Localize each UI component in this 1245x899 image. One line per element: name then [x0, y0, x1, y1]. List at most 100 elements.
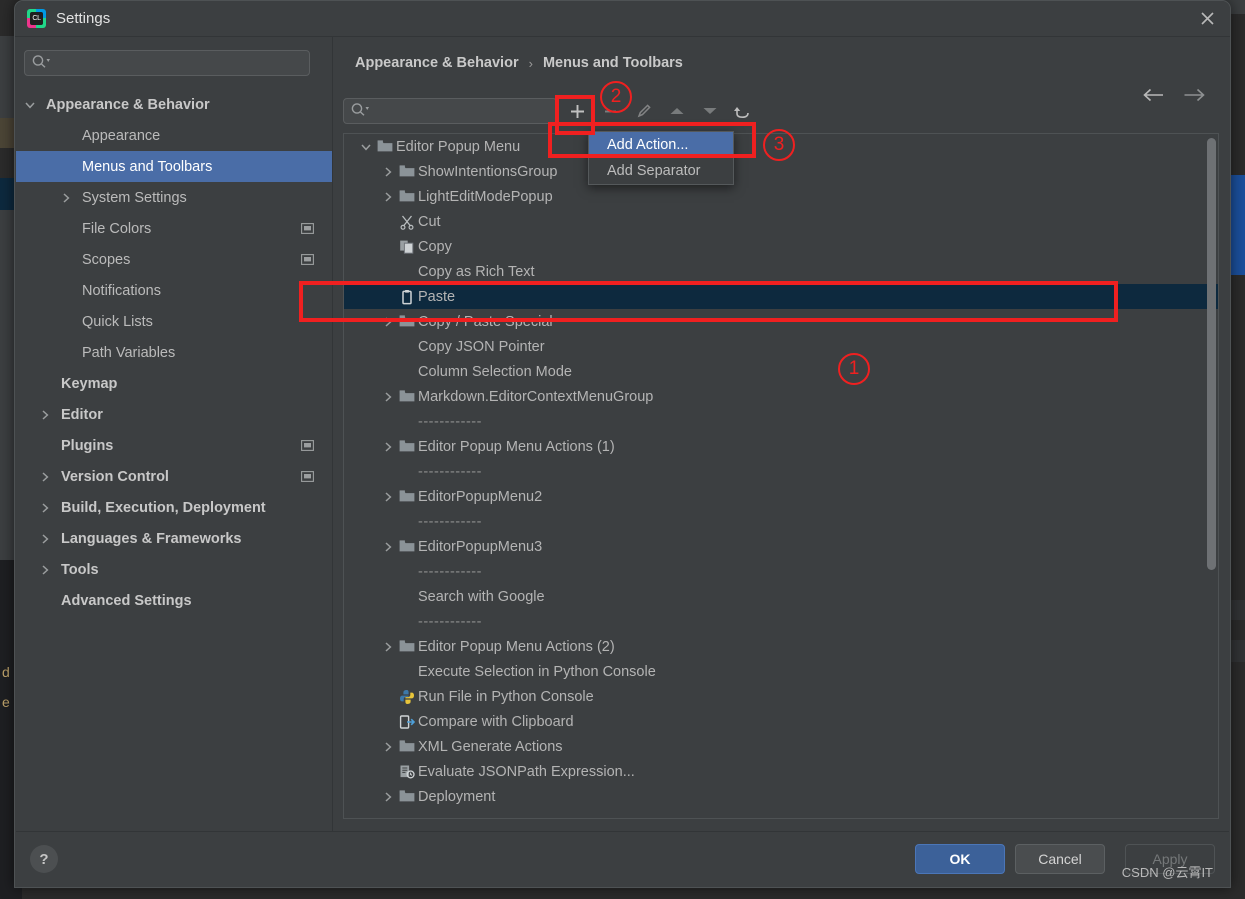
chevron-right-icon[interactable]: [39, 564, 51, 576]
tree-row[interactable]: Copy JSON Pointer: [344, 334, 1218, 359]
pencil-icon[interactable]: [627, 97, 660, 125]
arrow-left-icon[interactable]: [1137, 82, 1171, 108]
chevron-right-icon[interactable]: [382, 391, 394, 403]
sidebar-item-label: System Settings: [82, 189, 187, 206]
settings-dialog: CL Settings Appearance & Behavior Appeara…: [14, 0, 1231, 888]
tree-row[interactable]: Copy: [344, 234, 1218, 259]
tree-row[interactable]: EditorPopupMenu2: [344, 484, 1218, 509]
tree-row[interactable]: Deployment: [344, 784, 1218, 809]
sidebar-item-build-execution-deployment[interactable]: Build, Execution, Deployment: [16, 492, 332, 523]
tree-row[interactable]: Editor Popup Menu: [344, 134, 1218, 159]
tree-row[interactable]: Paste: [344, 284, 1218, 309]
tree-row[interactable]: Compare with Clipboard: [344, 709, 1218, 734]
sidebar-item-appearance-behavior[interactable]: Appearance & Behavior: [16, 89, 332, 120]
tree-row[interactable]: Editor Popup Menu Actions (2): [344, 634, 1218, 659]
tree-row[interactable]: LightEditModePopup: [344, 184, 1218, 209]
tree-row-label: Deployment: [418, 788, 496, 805]
tree-row[interactable]: Copy / Paste Special: [344, 309, 1218, 334]
tree-row[interactable]: EditorPopupMenu3: [344, 534, 1218, 559]
revert-arrow-icon[interactable]: [726, 97, 759, 125]
sidebar-item-editor[interactable]: Editor: [16, 399, 332, 430]
arrow-down-icon[interactable]: [693, 97, 726, 125]
menu-item-add-separator[interactable]: Add Separator: [589, 158, 733, 184]
tree-search-input[interactable]: [343, 98, 557, 124]
tree-row-label: ShowIntentionsGroup: [418, 163, 558, 180]
chevron-right-icon[interactable]: [60, 192, 72, 204]
ok-button[interactable]: OK: [915, 844, 1005, 874]
tree-separator-row[interactable]: ------------: [344, 459, 1218, 484]
tree-row[interactable]: Editor Popup Menu Actions (1): [344, 434, 1218, 459]
chevron-right-icon[interactable]: [382, 441, 394, 453]
sidebar-item-label: Tools: [61, 561, 99, 578]
tree-row[interactable]: Cut: [344, 209, 1218, 234]
remove-button[interactable]: [594, 97, 627, 125]
settings-sidebar[interactable]: Appearance & Behavior Appearance Menus and…: [16, 37, 333, 831]
chevron-down-icon[interactable]: [360, 141, 372, 153]
tree-toolbar[interactable]: [561, 97, 759, 125]
menu-tree[interactable]: Editor Popup Menu ShowIntentionsGroup Ligh…: [344, 134, 1218, 818]
sidebar-item-keymap[interactable]: Keymap: [16, 368, 332, 399]
sidebar-item-advanced-settings[interactable]: Advanced Settings: [16, 585, 332, 616]
tree-row[interactable]: Evaluate JSONPath Expression...: [344, 759, 1218, 784]
chevron-right-icon[interactable]: [39, 533, 51, 545]
sidebar-item-quick-lists[interactable]: Quick Lists: [16, 306, 332, 337]
folder-icon: [399, 314, 415, 330]
chevron-right-icon[interactable]: [382, 166, 394, 178]
tree-separator-row[interactable]: ------------: [344, 609, 1218, 634]
sidebar-item-file-colors[interactable]: File Colors: [16, 213, 332, 244]
sidebar-item-menus-and-toolbars[interactable]: Menus and Toolbars: [16, 151, 332, 182]
tree-separator-label: ------------: [418, 563, 482, 580]
chevron-right-icon[interactable]: [382, 791, 394, 803]
sidebar-item-path-variables[interactable]: Path Variables: [16, 337, 332, 368]
arrow-up-icon[interactable]: [660, 97, 693, 125]
sidebar-item-plugins[interactable]: Plugins: [16, 430, 332, 461]
help-button[interactable]: ?: [30, 845, 58, 873]
add-button[interactable]: [561, 97, 594, 125]
sidebar-item-languages-frameworks[interactable]: Languages & Frameworks: [16, 523, 332, 554]
pycharm-logo-icon: CL: [27, 9, 46, 28]
close-icon[interactable]: [1184, 1, 1230, 36]
sidebar-item-version-control[interactable]: Version Control: [16, 461, 332, 492]
chevron-right-icon[interactable]: [382, 191, 394, 203]
tree-row[interactable]: Copy as Rich Text: [344, 259, 1218, 284]
tree-row[interactable]: XML Generate Actions: [344, 734, 1218, 759]
sidebar-item-label: Plugins: [61, 437, 114, 454]
sidebar-item-appearance[interactable]: Appearance: [16, 120, 332, 151]
sidebar-item-label: Scopes: [82, 251, 131, 268]
menu-tree-panel[interactable]: Editor Popup Menu ShowIntentionsGroup Ligh…: [343, 133, 1219, 819]
sidebar-search-input[interactable]: [24, 50, 310, 76]
add-dropdown-menu[interactable]: Add Action... Add Separator: [588, 131, 734, 185]
project-scope-badge-icon: [301, 222, 314, 238]
chevron-down-icon[interactable]: [24, 99, 36, 111]
tree-row[interactable]: ShowIntentionsGroup: [344, 159, 1218, 184]
tree-separator-row[interactable]: ------------: [344, 559, 1218, 584]
chevron-right-icon[interactable]: [382, 491, 394, 503]
sidebar-list[interactable]: Appearance & Behavior Appearance Menus and…: [16, 89, 332, 831]
tree-separator-row[interactable]: ------------: [344, 409, 1218, 434]
tree-row-label: Execute Selection in Python Console: [418, 663, 656, 680]
chevron-right-icon[interactable]: [39, 409, 51, 421]
sidebar-item-tools[interactable]: Tools: [16, 554, 332, 585]
tree-separator-row[interactable]: ------------: [344, 509, 1218, 534]
chevron-right-icon[interactable]: [382, 641, 394, 653]
chevron-right-icon[interactable]: [39, 502, 51, 514]
sidebar-item-notifications[interactable]: Notifications: [16, 275, 332, 306]
cancel-button[interactable]: Cancel: [1015, 844, 1105, 874]
chevron-right-icon[interactable]: [39, 471, 51, 483]
tree-row[interactable]: Markdown.EditorContextMenuGroup: [344, 384, 1218, 409]
sidebar-item-system-settings[interactable]: System Settings: [16, 182, 332, 213]
chevron-right-icon[interactable]: [382, 741, 394, 753]
tree-row[interactable]: Run File in Python Console: [344, 684, 1218, 709]
arrow-right-icon[interactable]: [1177, 82, 1211, 108]
tree-row[interactable]: Execute Selection in Python Console: [344, 659, 1218, 684]
sidebar-item-scopes[interactable]: Scopes: [16, 244, 332, 275]
chevron-right-icon[interactable]: [382, 541, 394, 553]
tree-vertical-scrollbar[interactable]: [1207, 138, 1216, 570]
menu-item-add-action[interactable]: Add Action...: [589, 132, 733, 158]
breadcrumb-root[interactable]: Appearance & Behavior: [355, 55, 519, 71]
chevron-right-icon[interactable]: [382, 316, 394, 328]
tree-row-label: Paste: [418, 288, 456, 305]
tree-row[interactable]: Search with Google: [344, 584, 1218, 609]
sidebar-item-label: Notifications: [82, 282, 161, 299]
tree-row[interactable]: Column Selection Mode: [344, 359, 1218, 384]
